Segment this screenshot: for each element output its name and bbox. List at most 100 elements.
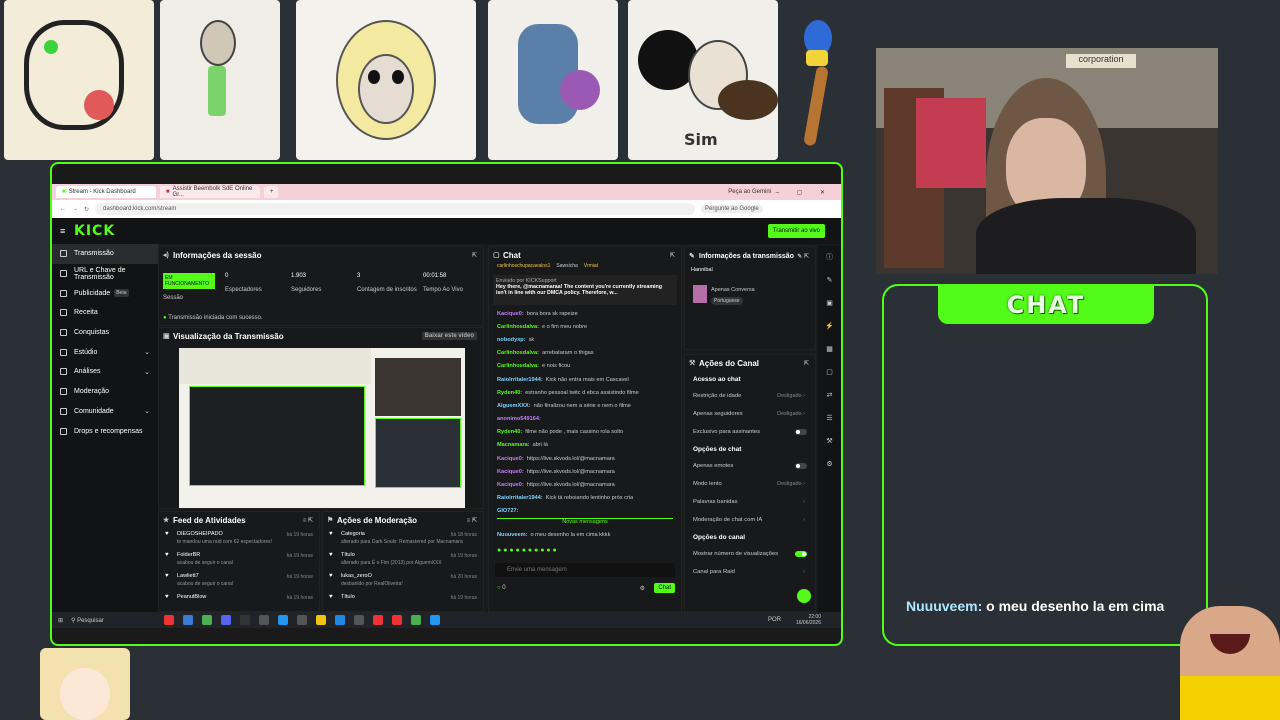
setting-row[interactable]: Exclusivo para assinantes: [685, 423, 815, 441]
setting-row[interactable]: Modo lento Desligado ›: [685, 475, 815, 493]
chat-username[interactable]: Kacique0:: [497, 311, 524, 317]
list-item[interactable]: ♥ Categoria alterado para Dark Souls: Rema…: [323, 528, 483, 549]
start-icon[interactable]: ⊞: [58, 617, 63, 624]
sidebar-item-3[interactable]: Receita: [52, 303, 158, 323]
setting-row[interactable]: Moderação de chat com IA ›: [685, 511, 815, 529]
language-indicator[interactable]: POR: [768, 617, 781, 623]
chat-text: https://live.skvods.lol/@macnamara: [526, 482, 615, 489]
reload-icon[interactable]: ↻: [84, 206, 89, 213]
chat-username[interactable]: Kacique0:: [497, 482, 524, 488]
setting-row[interactable]: Mostrar número de visualizações: [685, 545, 815, 563]
download-button[interactable]: Baixar este vídeo: [421, 332, 477, 340]
clock[interactable]: 22:00 16/06/2026: [796, 614, 821, 626]
list-item[interactable]: ♥ Título alterado para É o Fim (2013) por …: [323, 549, 483, 570]
chevron-down-icon: ⌄: [144, 368, 150, 376]
sidebar-item-9[interactable]: Drops e recompensas: [52, 421, 158, 441]
kick-logo[interactable]: KICK: [74, 223, 115, 239]
chat-message: anonimo549164:: [489, 413, 681, 426]
item-sub: alterado para Dark Souls: Remastered por…: [341, 539, 463, 545]
list-item[interactable]: ♥ PeanutBlow há 19 horas: [159, 591, 319, 612]
setting-row[interactable]: Apenas seguidores Desligado ›: [685, 405, 815, 423]
new-tab-button[interactable]: +: [264, 186, 278, 198]
sidebar-item-1[interactable]: URL e Chave de Transmissão: [52, 264, 158, 284]
list-item[interactable]: ♥ Lawliett7 acabou de seguir o canal há 19 …: [159, 570, 319, 591]
chevron-down-icon: ⌄: [144, 349, 150, 357]
sidebar-item-6[interactable]: Análises ⌄: [52, 362, 158, 382]
list-item[interactable]: ♥ FolderBR acabou de seguir o canal há 19 h…: [159, 549, 319, 570]
item-name: FolderBR: [177, 552, 201, 558]
chat-message: Raiolrritaler1944: Kick não entra mais em…: [489, 373, 681, 386]
setting-row[interactable]: Canal para Raid ›: [685, 563, 815, 581]
sidebar-item-7[interactable]: Moderação: [52, 382, 158, 402]
sidebar-item-8[interactable]: Comunidade ⌄: [52, 402, 158, 422]
chat-username[interactable]: Raiolrritaler1944:: [497, 495, 543, 501]
item-time: há 19 horas: [450, 595, 477, 601]
list-item[interactable]: ♥ DIEGOSHEIPADO te mandou uma raid com 62 …: [159, 528, 319, 549]
right-tool-rail[interactable]: ⓘ ✎ ▣ ⚡ ▦ ▢ ⇄ ☰ ⚒ ⚙: [818, 246, 841, 612]
help-icon[interactable]: [797, 589, 811, 603]
chat-username[interactable]: Macnamara:: [497, 442, 530, 448]
setting-value: ›: [803, 517, 805, 523]
sidebar-item-0[interactable]: Transmissão: [52, 244, 158, 264]
list-item[interactable]: ♥ lukas_zeroO desbanido por RealOliveira! h…: [323, 570, 483, 591]
chat-text: Kick não entra mais em Cascavel: [545, 376, 629, 383]
chat-input[interactable]: Envie uma mensagem: [495, 563, 675, 578]
go-live-button[interactable]: Transmitir ao vivo: [767, 224, 825, 238]
stat-value: 3: [357, 273, 361, 279]
ask-gemini[interactable]: Peça ao Gemini: [728, 189, 771, 195]
chat-username[interactable]: Ryden40:: [497, 390, 522, 396]
setting-label: Mostrar número de visualizações: [693, 551, 779, 557]
toggle-switch[interactable]: [795, 551, 807, 557]
sidebar-icon: [60, 407, 67, 415]
tab-kick-dashboard[interactable]: ■ Stream - Kick Dashboard: [56, 186, 156, 198]
art-panel-1: [4, 0, 154, 160]
taskbar-search[interactable]: ⚲ Pesquisar: [71, 617, 104, 624]
chat-username[interactable]: Raiolrritaler1944:: [497, 377, 543, 383]
chat-message: Kacique0: bora bora sk rapeize: [489, 307, 681, 320]
kick-topnav: ≡ KICK Transmitir ao vivo: [52, 218, 841, 244]
chat-username[interactable]: nobodyxp:: [497, 337, 526, 343]
chat-username[interactable]: Carlinhosdalva:: [497, 324, 539, 330]
window-controls[interactable]: – ▢ ✕: [776, 189, 833, 196]
setting-label: Apenas seguidores: [693, 411, 743, 417]
language-tag: Portuguese: [711, 297, 743, 305]
menu-icon[interactable]: ≡: [60, 226, 65, 236]
art-panel-2: [160, 0, 280, 160]
chat-message: Carlinhosdalva: arrebataram o thigas: [489, 347, 681, 360]
item-time: há 19 horas: [286, 532, 313, 538]
chat-username[interactable]: Kacique0:: [497, 469, 524, 475]
sidebar-item-2[interactable]: Publicidade Beta: [52, 283, 158, 303]
sidebar-item-4[interactable]: Conquistas: [52, 323, 158, 343]
chat-username[interactable]: Kacique0:: [497, 456, 524, 462]
chat-username[interactable]: GIO727:: [497, 508, 518, 514]
setting-value: Desligado ›: [777, 411, 805, 417]
chat-username[interactable]: Carlinhosdalva:: [497, 350, 539, 356]
gear-icon[interactable]: ⚙: [640, 585, 645, 592]
chat-username[interactable]: AlguemXXX:: [497, 403, 531, 409]
item-sub: acabou de seguir o canal: [177, 581, 233, 587]
stat-value: 1.903: [291, 273, 307, 279]
emote-row[interactable]: ● ● ● ● ● ● ● ● ● ●: [497, 547, 673, 559]
forward-icon[interactable]: →: [72, 206, 78, 212]
chat-overlay: CHAT Nuuuveem: o meu desenho la em cima: [882, 284, 1208, 646]
list-item[interactable]: ♥ Título há 19 horas: [323, 591, 483, 612]
toggle-switch[interactable]: [795, 463, 807, 469]
url-field[interactable]: dashboard.kick.com/stream: [95, 203, 696, 215]
setting-row[interactable]: Apenas emotes: [685, 457, 815, 475]
tab-second[interactable]: ■ Assistir Beembolk SdE Online Gr...: [160, 186, 260, 198]
sidebar: Transmissão URL e Chave de Transmissão Pub…: [52, 244, 158, 614]
send-chat-button[interactable]: Chat: [654, 583, 675, 594]
toggle-switch[interactable]: [795, 429, 807, 435]
setting-row[interactable]: Palavras banidas ›: [685, 493, 815, 511]
chat-username[interactable]: Ryden40:: [497, 429, 522, 435]
chat-text: bora bora sk rapeize: [526, 310, 578, 317]
status-badge: EM FUNCIONAMENTO: [163, 273, 215, 289]
sidebar-icon: [60, 368, 67, 376]
chat-username[interactable]: Carlinhosdalva:: [497, 363, 539, 369]
chat-text: abri lá: [532, 442, 548, 449]
back-icon[interactable]: ←: [60, 206, 66, 212]
setting-row[interactable]: Restrição de idade Desligado ›: [685, 387, 815, 405]
google-hint[interactable]: Pergunte ao Google: [701, 205, 763, 213]
sidebar-item-5[interactable]: Estúdio ⌄: [52, 342, 158, 362]
chat-username[interactable]: anonimo549164:: [497, 416, 541, 422]
